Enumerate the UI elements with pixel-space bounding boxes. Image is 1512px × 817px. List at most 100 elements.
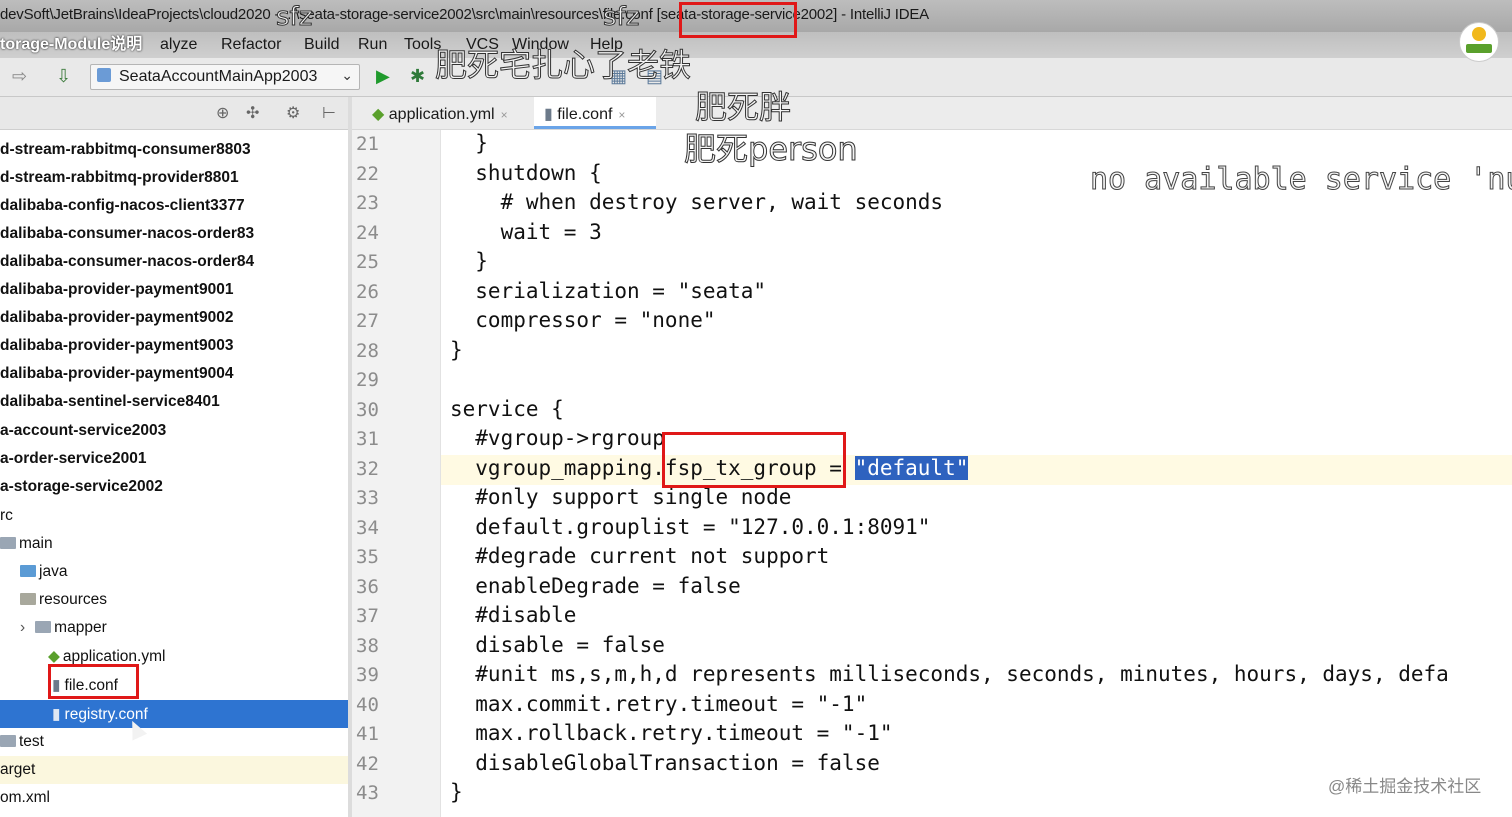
app-config-icon [97,68,111,82]
menu-run[interactable]: Run [358,36,387,54]
tree-item[interactable]: om.xml [0,784,348,812]
tree-item[interactable]: a-storage-service2002 [0,473,348,501]
tree-item[interactable]: rc [0,502,348,530]
run-configuration-label: SeataAccountMainApp2003 [119,68,318,85]
tree-item[interactable]: arget [0,756,348,784]
tree-item[interactable]: a-order-service2001 [0,445,348,473]
tree-item[interactable]: d-stream-rabbitmq-provider8801 [0,164,348,192]
danmaku-text: 肥死胖 [694,88,792,127]
code-line[interactable]: } [450,131,488,155]
line-number: 33 [356,487,379,509]
code-line[interactable]: } [450,249,488,273]
code-line[interactable]: service { [450,397,564,421]
line-number: 42 [356,753,379,775]
tree-item[interactable]: dalibaba-consumer-nacos-order83 [0,220,348,248]
tab-label: application.yml [388,106,495,123]
code-line[interactable]: } [450,780,463,804]
code-line[interactable]: max.commit.retry.timeout = "-1" [450,692,867,716]
tree-item[interactable]: dalibaba-config-nacos-client3377 [0,192,348,220]
line-number: 26 [356,281,379,303]
tree-item[interactable]: d-stream-rabbitmq-consumer8803 [0,136,348,164]
code-line[interactable]: } [450,338,463,362]
code-line[interactable]: #disable [450,603,576,627]
tree-item[interactable]: dalibaba-provider-payment9002 [0,304,348,332]
line-number: 39 [356,664,379,686]
tab-application-yml[interactable]: ◆ application.yml × [362,97,534,129]
tree-item[interactable]: java [0,558,348,586]
danmaku-text: no available service 'nu [1089,162,1512,198]
line-number: 41 [356,723,379,745]
line-number: 29 [356,369,379,391]
code-line[interactable]: compressor = "none" [450,308,715,332]
collapse-icon[interactable]: ✣ [246,103,259,123]
watermark: @稀土掘金技术社区 [1328,777,1482,796]
line-number: 32 [356,458,379,480]
tree-item[interactable]: test [0,728,348,756]
line-number: 36 [356,576,379,598]
locate-icon[interactable]: ⊕ [216,103,229,123]
line-number: 34 [356,517,379,539]
line-number: 31 [356,428,379,450]
logo-text-mark [1466,44,1492,53]
selected-text: "default" [854,456,969,480]
danmaku-text: 肥死person [684,130,859,169]
folder-icon [0,537,16,549]
menu-build[interactable]: Build [304,36,340,54]
code-line[interactable]: #unit ms,s,m,h,d represents milliseconds… [450,662,1449,686]
line-number: 43 [356,782,379,804]
highlight-box-file-conf [48,664,139,699]
line-number: 22 [356,163,379,185]
code-line[interactable]: enableDegrade = false [450,574,741,598]
back-icon[interactable]: ⇨ [12,66,27,87]
folder-icon [0,735,16,747]
danmaku-text: sfz [602,2,640,33]
code-line[interactable]: wait = 3 [450,220,602,244]
line-number: 35 [356,546,379,568]
tree-item[interactable]: a-account-service2003 [0,417,348,445]
line-number: 37 [356,605,379,627]
tree-item[interactable]: main [0,530,348,558]
code-line[interactable]: shutdown { [450,161,601,185]
code-line[interactable]: #degrade current not support [450,544,829,568]
code-line[interactable]: max.rollback.retry.timeout = "-1" [450,721,892,745]
code-line[interactable]: serialization = "seata" [450,279,766,303]
code-line[interactable]: #vgroup->rgroup [450,426,665,450]
run-configuration-select[interactable]: SeataAccountMainApp2003 ⌄ [90,64,360,90]
tree-item[interactable]: dalibaba-consumer-nacos-order84 [0,248,348,276]
tab-label: file.conf [557,106,613,123]
tree-item-registry-conf[interactable]: ▮ registry.conf [0,700,348,728]
line-number: 24 [356,222,379,244]
logo-mark-icon [1472,27,1486,41]
build-icon[interactable]: ⇩ [56,66,71,87]
code-line[interactable]: disable = false [450,633,665,657]
editor-tabs: ◆ application.yml × ▮ file.conf × [352,97,1512,131]
code-line[interactable]: #only support single node [450,485,791,509]
code-line[interactable]: # when destroy server, wait seconds [450,190,944,214]
tree-item[interactable]: dalibaba-provider-payment9003 [0,332,348,360]
tree-item[interactable]: dalibaba-provider-payment9004 [0,360,348,388]
tree-item[interactable]: resources [0,586,348,614]
code-line[interactable]: disableGlobalTransaction = false [450,751,880,775]
run-icon[interactable]: ▶ [376,66,390,87]
highlight-box-group-name [662,432,846,488]
close-icon[interactable]: × [501,108,508,122]
danmaku-text: sfz [275,2,313,33]
highlight-box-title-path [679,2,797,38]
menu-analyze[interactable]: alyze [160,36,197,54]
tree-item[interactable]: › mapper [0,614,348,642]
chevron-right-icon[interactable]: › [20,619,25,636]
project-panel-header: ⊕ ✣ ⚙ ⊢ [0,97,348,130]
code-line[interactable]: default.grouplist = "127.0.0.1:8091" [450,515,930,539]
line-number: 40 [356,694,379,716]
tree-item[interactable]: dalibaba-sentinel-service8401 [0,388,348,416]
debug-icon[interactable]: ✱ [410,66,425,87]
danmaku-text: 肥死宅扎心了老铁 [434,46,692,85]
menu-refactor[interactable]: Refactor [221,36,281,54]
tab-file-conf[interactable]: ▮ file.conf × [534,97,656,129]
close-icon[interactable]: × [618,108,625,122]
line-number: 21 [356,133,379,155]
hide-panel-icon[interactable]: ⊢ [322,103,336,123]
gear-icon[interactable]: ⚙ [286,103,300,123]
line-number: 25 [356,251,379,273]
tree-item[interactable]: dalibaba-provider-payment9001 [0,276,348,304]
